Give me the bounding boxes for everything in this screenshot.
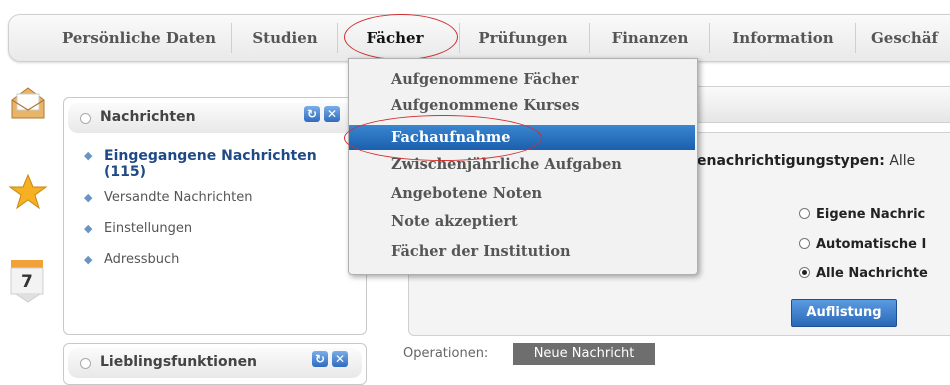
favorites-panel-title: Lieblingsfunktionen — [100, 354, 258, 370]
star-icon[interactable] — [8, 172, 48, 216]
operations-label: Operationen: — [403, 346, 489, 361]
menu-item-aufgenommene-kurses[interactable]: Aufgenommene Kurses — [349, 93, 695, 118]
filter-label-text: enachrichtigungstypen: — [697, 153, 885, 169]
filter-label: enachrichtigungstypen: Alle — [697, 153, 915, 169]
tab-studien[interactable]: Studien — [237, 15, 333, 61]
tab-persoenliche-daten[interactable]: Persönliche Daten — [49, 15, 229, 61]
faecher-dropdown-menu: Aufgenommene Fächer Aufgenommene Kurses … — [348, 58, 698, 275]
radio-circle[interactable] — [799, 238, 810, 249]
tab-faecher[interactable]: Fächer — [345, 15, 445, 61]
bullet-icon: ◆ — [84, 253, 93, 266]
bullet-icon: ◆ — [84, 191, 93, 204]
panel-collapse-icon[interactable] — [80, 358, 91, 369]
menu-item-note-akzeptiert[interactable]: Note akzeptiert — [349, 209, 695, 234]
calendar-icon[interactable]: 7 — [8, 256, 48, 308]
tab-finanzen[interactable]: Finanzen — [595, 15, 705, 61]
favorites-panel-header: Lieblingsfunktionen ↻ ✕ — [68, 348, 362, 378]
addressbook-label: Adressbuch — [104, 252, 180, 267]
radio-circle[interactable] — [799, 208, 810, 219]
inbox-label: Eingegangene Nachrichten — [104, 148, 317, 164]
radio-automatic-messages[interactable]: Automatische I — [799, 237, 926, 252]
panel-collapse-icon[interactable] — [80, 113, 91, 124]
menu-item-faecher-der-institution[interactable]: Fächer der Institution — [349, 239, 695, 264]
main-nav: Persönliche Daten Studien Fächer Prüfung… — [8, 14, 950, 62]
menu-item-zwischenjaehrliche-aufgaben[interactable]: Zwischenjährliche Aufgaben — [349, 152, 695, 177]
settings-label: Einstellungen — [104, 221, 193, 236]
radio-all-messages[interactable]: Alle Nachrichte — [799, 266, 928, 281]
envelope-icon[interactable] — [8, 84, 48, 128]
nav-divider — [231, 23, 232, 53]
list-button[interactable]: Auflistung — [791, 299, 897, 327]
nav-divider — [855, 23, 856, 53]
tab-information[interactable]: Information — [715, 15, 851, 61]
favorites-panel: Lieblingsfunktionen ↻ ✕ — [63, 343, 367, 385]
bullet-icon: ◆ — [84, 222, 93, 235]
nav-divider — [589, 23, 590, 53]
radio-label: Eigene Nachric — [816, 207, 926, 222]
messages-panel: Nachrichten ↻ ✕ ◆ Eingegangene Nachricht… — [63, 97, 367, 335]
nav-divider — [337, 23, 338, 53]
filter-label-value: Alle — [889, 153, 916, 169]
tab-geschaeft[interactable]: Geschäf — [871, 15, 950, 61]
tab-pruefungen[interactable]: Prüfungen — [461, 15, 585, 61]
menu-item-fachaufnahme[interactable]: Fachaufnahme — [349, 125, 695, 150]
radio-own-messages[interactable]: Eigene Nachric — [799, 207, 925, 222]
messages-panel-header: Nachrichten ↻ ✕ — [68, 103, 362, 133]
nav-divider — [459, 23, 460, 53]
sent-label: Versandte Nachrichten — [104, 190, 253, 205]
bullet-icon: ◆ — [84, 149, 93, 162]
inbox-count: (115) — [104, 164, 147, 180]
new-message-button[interactable]: Neue Nachricht — [513, 343, 655, 365]
radio-label: Alle Nachrichte — [816, 266, 928, 281]
menu-item-angebotene-noten[interactable]: Angebotene Noten — [349, 181, 695, 206]
messages-panel-title: Nachrichten — [100, 109, 196, 125]
calendar-number: 7 — [21, 272, 33, 292]
radio-label: Automatische I — [816, 237, 927, 252]
nav-divider — [709, 23, 710, 53]
radio-circle[interactable] — [799, 267, 810, 278]
close-icon[interactable]: ✕ — [324, 106, 340, 122]
menu-item-aufgenommene-faecher[interactable]: Aufgenommene Fächer — [349, 67, 695, 92]
refresh-icon[interactable]: ↻ — [304, 106, 320, 122]
